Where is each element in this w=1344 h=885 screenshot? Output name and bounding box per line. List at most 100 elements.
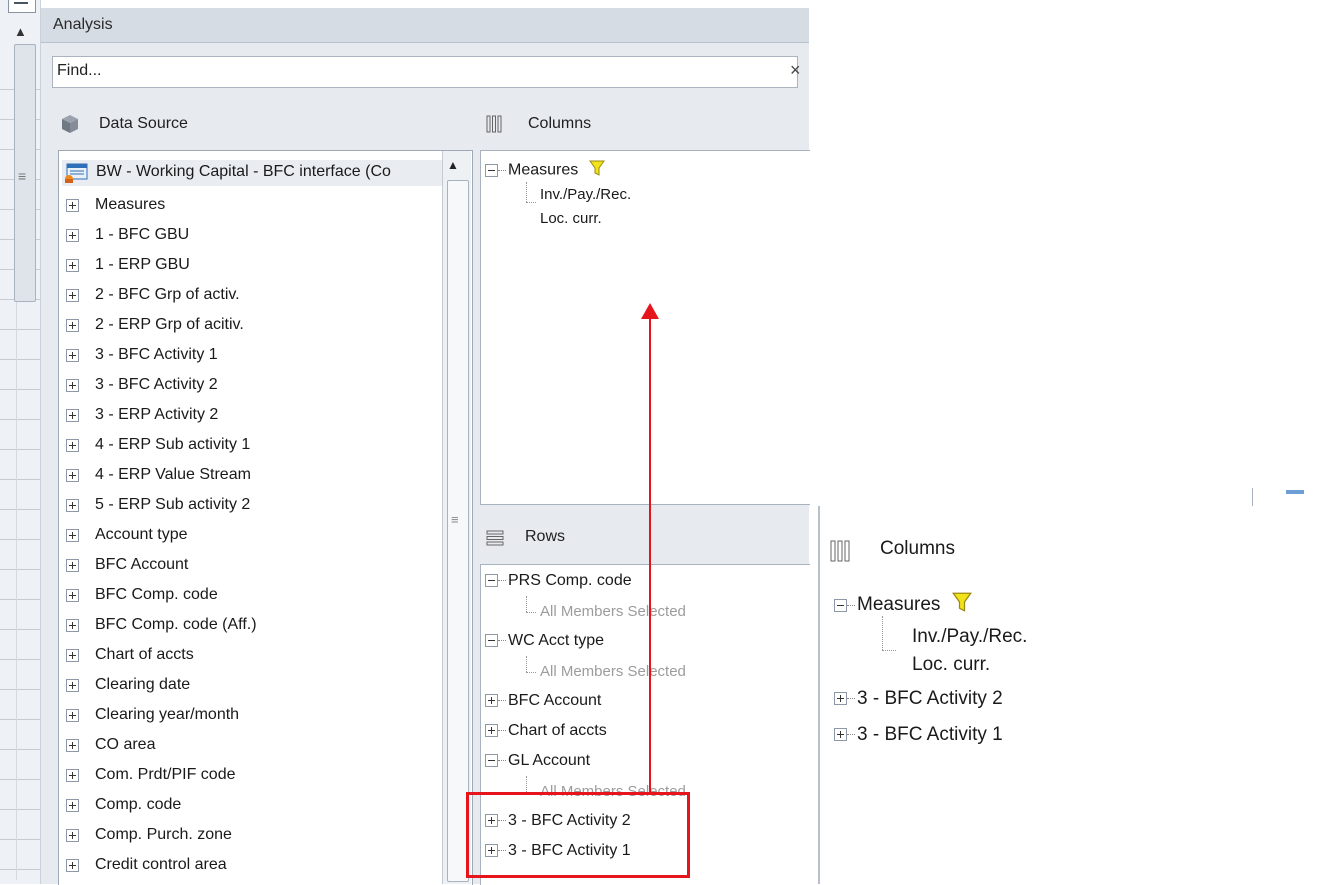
expand-icon[interactable] <box>66 679 79 692</box>
minimize-icon[interactable] <box>8 0 36 13</box>
inset-measures-label: Measures <box>857 594 941 616</box>
scrollbar-thumb[interactable] <box>447 180 469 882</box>
columns-measure-value[interactable]: Inv./Pay./Rec. <box>540 186 631 203</box>
data-source-item-label: BFC Comp. code (Aff.) <box>95 616 257 633</box>
collapse-icon[interactable] <box>834 598 847 612</box>
expand-icon[interactable] <box>834 692 847 706</box>
rows-node[interactable]: BFC Account <box>485 692 601 710</box>
data-source-item-label: 2 - ERP Grp of acitiv. <box>95 316 244 333</box>
infoprovider-icon <box>64 162 88 189</box>
data-source-item-label: Credit control area <box>95 856 227 873</box>
scrollbar-grip-icon: ≡ <box>451 512 459 527</box>
annotation-arrow-line <box>649 316 651 793</box>
inset-columns-node[interactable]: 3 - BFC Activity 2 <box>834 688 1003 710</box>
collapse-icon[interactable] <box>485 634 498 648</box>
inset-measure-value[interactable]: Inv./Pay./Rec. <box>912 626 1027 648</box>
splitter-grip-icon[interactable]: ≡ <box>18 168 26 184</box>
data-source-item-label: Clearing date <box>95 676 191 693</box>
data-source-item-label: 5 - ERP Sub activity 2 <box>95 496 251 513</box>
expand-icon[interactable] <box>66 769 79 782</box>
filter-icon[interactable] <box>588 160 605 181</box>
expand-icon[interactable] <box>66 619 79 632</box>
rows-header: Rows <box>525 528 566 545</box>
scroll-up-icon[interactable]: ▲ <box>447 158 459 172</box>
rows-node[interactable]: PRS Comp. code <box>485 572 632 590</box>
expand-icon[interactable] <box>66 409 79 422</box>
expand-icon[interactable] <box>66 559 79 572</box>
rows-node-label: BFC Account <box>508 692 602 709</box>
rows-node-label: Chart of accts <box>508 722 607 739</box>
data-source-item-label: BFC Account <box>95 556 189 573</box>
inset-measure-unit: Loc. curr. <box>912 654 991 675</box>
expand-icon[interactable] <box>66 319 79 332</box>
expand-icon[interactable] <box>66 739 79 752</box>
rows-node[interactable]: Chart of accts <box>485 722 607 740</box>
data-source-item-label: Chart of accts <box>95 646 194 663</box>
data-source-item-label: CO area <box>95 736 156 753</box>
data-source-item-label: 1 - ERP GBU <box>95 256 190 273</box>
expand-icon[interactable] <box>66 529 79 542</box>
expand-icon[interactable] <box>66 439 79 452</box>
panel-titlebar: Analysis <box>41 8 809 43</box>
expand-icon[interactable] <box>485 724 498 738</box>
expand-icon[interactable] <box>66 289 79 302</box>
rows-node-member-filter: All Members Selected <box>540 603 686 620</box>
inset-columns-node-label: 3 - BFC Activity 2 <box>857 688 1003 709</box>
collapse-icon[interactable] <box>485 574 498 588</box>
columns-measures-label: Measures <box>508 161 579 179</box>
expand-icon[interactable] <box>66 379 79 392</box>
data-source-item-label: Com. Prdt/PIF code <box>95 766 236 783</box>
rows-node-label: PRS Comp. code <box>508 572 632 589</box>
scroll-up-arrow-icon[interactable]: ▲ <box>14 24 27 39</box>
rows-node-label: GL Account <box>508 752 591 769</box>
inset-columns-node[interactable]: 3 - BFC Activity 1 <box>834 724 1003 746</box>
inset-columns-header: Columns <box>880 538 955 559</box>
inset-columns-node-label: 3 - BFC Activity 1 <box>857 724 1003 745</box>
rows-node-label: WC Acct type <box>508 632 605 649</box>
data-source-item-label: 2 - BFC Grp of activ. <box>95 286 240 303</box>
columns-header: Columns <box>528 115 592 132</box>
expand-icon[interactable] <box>485 694 498 708</box>
expand-icon[interactable] <box>66 259 79 272</box>
clear-find-icon[interactable]: × <box>790 60 801 81</box>
columns-measure-unit: Loc. curr. <box>540 210 602 227</box>
inset-columns-icon <box>830 540 850 567</box>
columns-measures-node[interactable]: Measures <box>485 160 605 181</box>
find-box <box>52 56 798 88</box>
expand-icon[interactable] <box>66 229 79 242</box>
data-source-item-label: Comp. Purch. zone <box>95 826 232 843</box>
data-source-item-label: Account type <box>95 526 188 543</box>
expand-icon[interactable] <box>66 499 79 512</box>
inset-measures-node[interactable]: Measures <box>834 592 972 618</box>
filter-icon[interactable] <box>951 592 972 618</box>
find-input[interactable] <box>53 57 757 85</box>
expand-icon[interactable] <box>834 728 847 742</box>
data-source-item-label: 3 - BFC Activity 1 <box>95 346 218 363</box>
expand-icon[interactable] <box>66 349 79 362</box>
rows-node[interactable]: GL Account <box>485 752 590 770</box>
rows-node[interactable]: WC Acct type <box>485 632 604 650</box>
expand-icon[interactable] <box>66 799 79 812</box>
expand-icon[interactable] <box>66 829 79 842</box>
data-source-root-label: BW - Working Capital - BFC interface (Co <box>96 163 391 180</box>
annotation-highlight-box <box>466 792 690 878</box>
data-source-item-label: 4 - ERP Value Stream <box>95 466 251 483</box>
inset-toolbar-icon <box>1286 490 1304 494</box>
expand-icon[interactable] <box>66 649 79 662</box>
expand-icon[interactable] <box>66 199 79 212</box>
data-source-item-label: 1 - BFC GBU <box>95 226 190 243</box>
columns-drop-zone[interactable] <box>480 150 810 505</box>
expand-icon[interactable] <box>66 469 79 482</box>
cube-icon <box>60 114 80 139</box>
collapse-icon[interactable] <box>485 164 498 177</box>
data-source-item-label: Clearing year/month <box>95 706 240 723</box>
collapse-icon[interactable] <box>485 754 498 768</box>
data-source-root[interactable]: BW - Working Capital - BFC interface (Co <box>62 160 442 186</box>
data-source-item-label: 3 - BFC Activity 2 <box>95 376 218 393</box>
expand-icon[interactable] <box>66 859 79 872</box>
expand-icon[interactable] <box>66 709 79 722</box>
expand-icon[interactable] <box>66 589 79 602</box>
data-source-item-label: 3 - ERP Activity 2 <box>95 406 219 423</box>
data-source-item-label: Comp. code <box>95 796 182 813</box>
annotation-arrowhead <box>641 303 659 319</box>
